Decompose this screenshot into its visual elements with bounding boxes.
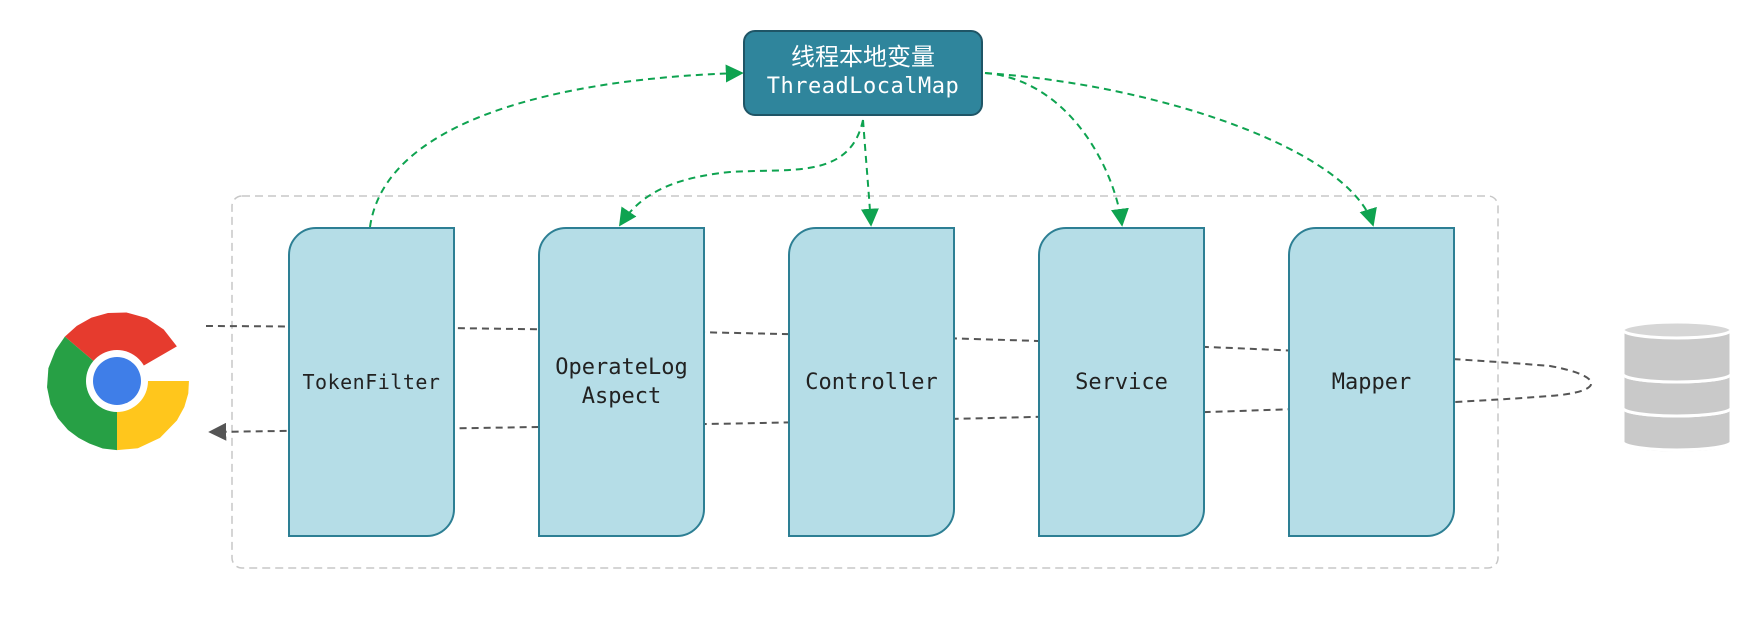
layer-label-mapper: Mapper (1331, 369, 1412, 395)
layer-box-mapper: Mapper (1288, 227, 1455, 537)
database-icon (1621, 320, 1733, 455)
layer-label-aspect: Aspect (581, 384, 662, 409)
threadlocal-to-controller-arrow (860, 119, 879, 227)
diagram-canvas: 线程本地变量 ThreadLocalMap TokenFilter Operat… (0, 0, 1754, 617)
thread-local-title: 线程本地变量 (791, 43, 935, 71)
thread-local-map-label: ThreadLocalMap (766, 74, 960, 99)
thread-local-map-box: 线程本地变量 ThreadLocalMap (743, 30, 983, 116)
layer-label-service: Service (1075, 369, 1168, 395)
layer-label-tokenfilter: TokenFilter (302, 369, 441, 394)
layer-box-controller: Controller (788, 227, 955, 537)
chrome-browser-icon (47, 312, 189, 451)
layer-label-controller: Controller (805, 369, 938, 395)
layer-box-service: Service (1038, 227, 1205, 537)
layer-box-tokenfilter: TokenFilter (288, 227, 455, 537)
threadlocal-to-operatelog-arrow (619, 119, 864, 227)
threadlocal-to-mapper-arrow (984, 72, 1377, 227)
tokenfilter-to-threadlocal-arrow (369, 64, 744, 228)
layer-label-operatelog: OperateLog (555, 355, 688, 380)
layer-box-operatelog-aspect: OperateLog Aspect (538, 227, 705, 537)
threadlocal-to-service-arrow (984, 72, 1129, 227)
